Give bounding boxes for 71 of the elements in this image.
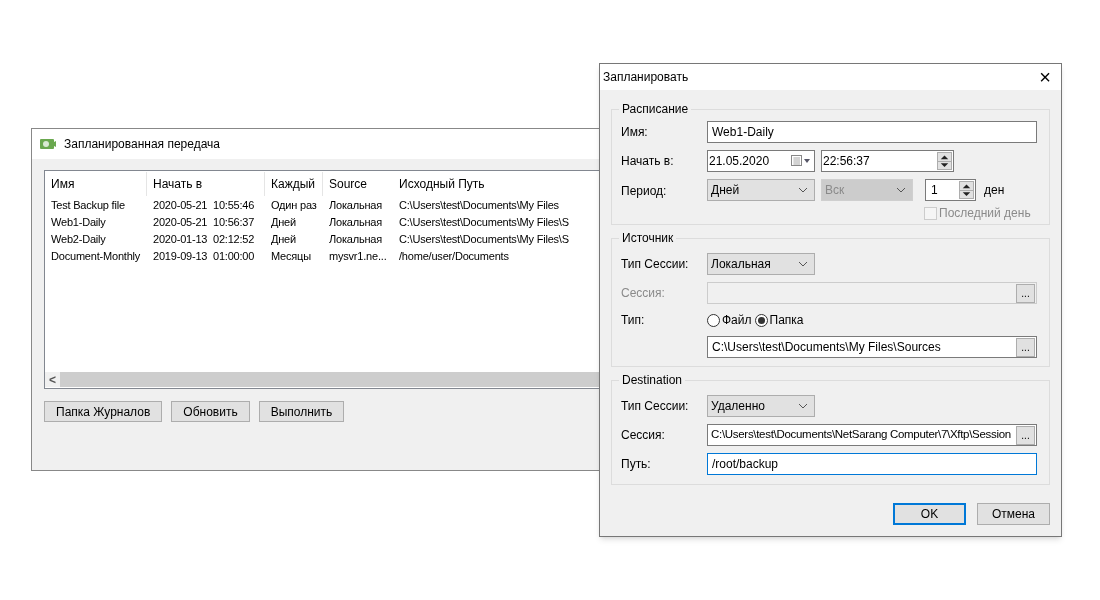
table-cell-text: 2020-05-21 10:55:46 [152, 198, 256, 214]
field-label: Сессия: [621, 427, 666, 444]
field-label: Путь: [621, 456, 652, 473]
action-button[interactable]: Обновить [171, 401, 250, 422]
field-label: Тип: [621, 312, 646, 329]
path-field[interactable]: C:\Users\test\Documents\My Files\Sources ... [707, 336, 1037, 358]
group-title: Расписание [621, 101, 690, 118]
dropdown[interactable]: Удаленно [707, 395, 815, 417]
table-cell-text: Web1-Daily [50, 215, 107, 231]
dialog-title: Запланировать [603, 69, 689, 86]
path-field[interactable]: /root/backup [707, 453, 1037, 475]
field-label: Имя: [621, 124, 649, 141]
checkbox-label: Последний день [939, 205, 1031, 222]
browse-button[interactable]: ... [1016, 425, 1035, 445]
chevron-down-icon [798, 187, 808, 193]
column-header[interactable]: Начать в [147, 172, 265, 196]
column-header[interactable]: Source [323, 172, 393, 196]
field-label: Начать в: [621, 153, 675, 170]
dialog-button[interactable]: OK [893, 503, 966, 525]
table-cell-text: Web2-Daily [50, 232, 107, 248]
calendar-icon[interactable] [791, 155, 811, 167]
dropdown[interactable]: Дней [707, 179, 815, 201]
action-button[interactable]: Выполнить [258, 401, 345, 422]
spin-buttons[interactable] [959, 181, 974, 199]
count-field[interactable]: 1 [925, 179, 976, 201]
group-title: Источник [621, 230, 675, 247]
app-icon [40, 138, 56, 150]
radio-button[interactable] [754, 313, 768, 327]
radio-label: Файл [722, 312, 752, 329]
field-label: Сессия: [621, 285, 666, 302]
table-cell-text: Локальная [328, 215, 383, 231]
table-cell-text: /home/user/Documents [398, 249, 510, 265]
table-cell-text: C:\Users\test\Documents\My Files [398, 198, 560, 214]
dialog-button[interactable]: Отмена [977, 503, 1050, 525]
window-title: Запланированная передача [64, 136, 221, 153]
action-button[interactable]: Папка Журналов [44, 401, 163, 422]
scroll-left-arrow[interactable]: < [45, 373, 60, 386]
unit-label: ден [984, 182, 1005, 199]
table-cell-text: Test Backup file [50, 198, 126, 214]
dropdown[interactable]: Локальная [707, 253, 815, 275]
chevron-down-icon [798, 403, 808, 409]
name-field[interactable]: Web1-Daily [707, 121, 1037, 143]
table-cell-text: 2019-09-13 01:00:00 [152, 249, 256, 265]
group-title: Destination [621, 372, 684, 389]
field-label: Тип Сессии: [621, 398, 690, 415]
table-cell-text: Локальная [328, 232, 383, 248]
table-cell-text: Дней [270, 232, 297, 248]
field-label: Период: [621, 183, 668, 200]
date-field[interactable]: 21.05.2020 [707, 150, 815, 172]
browse-button[interactable]: ... [1016, 337, 1035, 357]
session-field[interactable]: C:\Users\test\Documents\NetSarang Computer\7\Xftp\Session ... [707, 424, 1037, 446]
table-cell-text: 2020-05-21 10:56:37 [152, 215, 256, 231]
table-cell-text: C:\Users\test\Documents\My Files\S [398, 215, 570, 231]
spin-buttons[interactable] [937, 152, 952, 170]
table-cell-text: Document-Monthly [50, 249, 142, 265]
table-cell-text: mysvr1.ne... [328, 249, 388, 265]
time-field[interactable]: 22:56:37 [821, 150, 954, 172]
table-cell-text: Месяцы [270, 249, 312, 265]
radio-label: Папка [769, 312, 804, 329]
chevron-down-icon [798, 261, 808, 267]
table-cell-text: 2020-01-13 02:12:52 [152, 232, 256, 248]
table-cell-text: Дней [270, 215, 297, 231]
field-label: Тип Сессии: [621, 256, 690, 273]
column-header[interactable]: Имя [45, 172, 147, 196]
column-header[interactable]: Каждый [265, 172, 323, 196]
chevron-down-icon [896, 187, 906, 193]
table-cell-text: Один раз [270, 198, 318, 214]
table-cell-text: C:\Users\test\Documents\My Files\S [398, 232, 570, 248]
radio-button[interactable] [707, 313, 720, 327]
table-cell-text: Локальная [328, 198, 383, 214]
close-button[interactable]: × [1039, 67, 1051, 87]
